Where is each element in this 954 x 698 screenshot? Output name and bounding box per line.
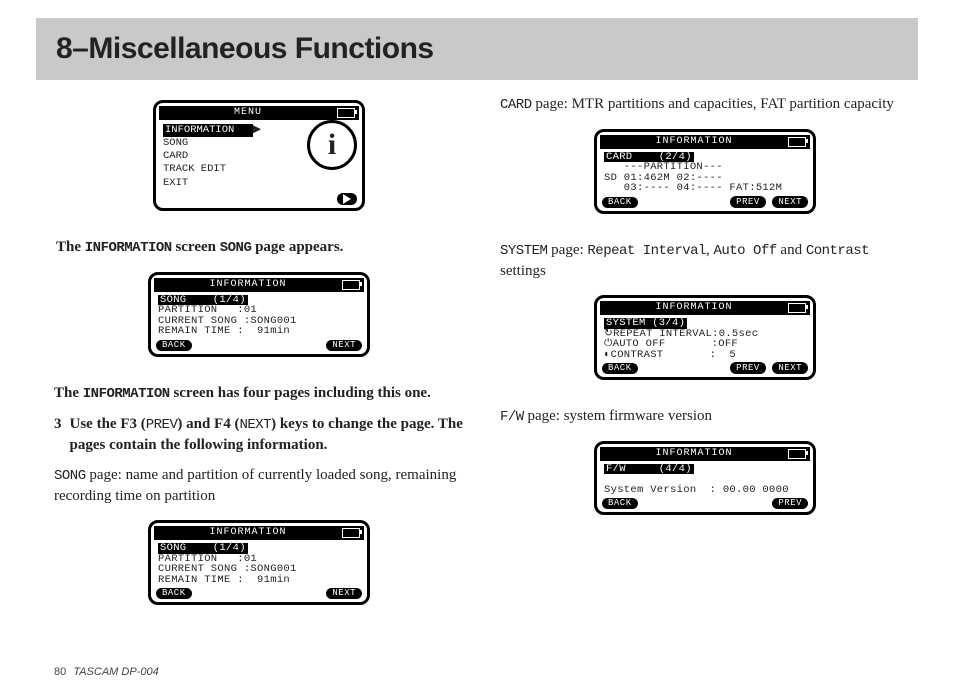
softkey-back: BACK xyxy=(156,588,192,599)
softkey-next: NEXT xyxy=(326,588,362,599)
battery-icon xyxy=(337,108,355,118)
header-title-wrap: 8–Miscellaneous Functions xyxy=(36,18,918,80)
lcd-song-screen-2: INFORMATION SONG (1/4) PARTITION :01 CUR… xyxy=(148,520,370,605)
left-column: MENU INFORMATION▶ SONG CARD TRACK EDIT E… xyxy=(54,94,464,621)
menu-item-information: INFORMATION xyxy=(163,124,253,137)
menu-item-track-edit: TRACK EDIT xyxy=(163,163,226,175)
step-3: 3 Use the F3 (PREV) and F4 (NEXT) keys t… xyxy=(54,414,464,455)
song-page-desc: SONG page: name and partition of current… xyxy=(54,465,464,506)
chapter-title: 8–Miscellaneous Functions xyxy=(56,32,434,66)
caption-2: The INFORMATION screen has four pages in… xyxy=(54,383,464,404)
chapter-header: 8–Miscellaneous Functions xyxy=(0,18,918,80)
softkey-next: NEXT xyxy=(772,196,808,208)
softkey-back: BACK xyxy=(602,498,638,509)
menu-item-card: CARD xyxy=(163,150,188,162)
right-column: CARD page: MTR partitions and capacities… xyxy=(500,94,910,621)
lcd-fw-screen: INFORMATION F/W (4/4) System Version : 0… xyxy=(594,441,816,516)
softkey-back: BACK xyxy=(156,340,192,351)
battery-icon xyxy=(788,449,806,459)
softkey-back: BACK xyxy=(602,363,638,374)
battery-icon xyxy=(342,528,360,538)
battery-icon xyxy=(788,303,806,313)
fw-page-desc: F/W page: system firmware version xyxy=(500,406,910,427)
page-footer: 80 TASCAM DP-004 xyxy=(54,666,159,678)
battery-icon xyxy=(342,280,360,290)
lcd-titlebar: MENU xyxy=(159,106,359,120)
softkey-back: BACK xyxy=(602,197,638,208)
lcd-song-screen-1: INFORMATION SONG (1/4) PARTITION :01 CUR… xyxy=(148,272,370,357)
softkey-prev: PREV xyxy=(772,498,808,509)
lcd-menu-screen: MENU INFORMATION▶ SONG CARD TRACK EDIT E… xyxy=(153,100,365,211)
card-page-desc: CARD page: MTR partitions and capacities… xyxy=(500,94,910,115)
softkey-prev: PREV xyxy=(730,362,766,374)
header-gutter xyxy=(0,18,36,80)
info-icon: i xyxy=(307,120,357,170)
system-page-desc: SYSTEM page: Repeat Interval, Auto Off a… xyxy=(500,240,910,281)
softkey-play xyxy=(337,193,357,205)
softkey-next: NEXT xyxy=(772,362,808,374)
menu-item-song: SONG xyxy=(163,137,188,149)
softkey-next: NEXT xyxy=(326,340,362,351)
caption-1: The INFORMATION screen SONG page appears… xyxy=(54,237,464,258)
lcd-card-screen: INFORMATION CARD (2/4) ---PARTITION--- S… xyxy=(594,129,816,214)
menu-item-exit: EXIT xyxy=(163,177,188,189)
battery-icon xyxy=(788,137,806,147)
softkey-prev: PREV xyxy=(730,196,766,208)
lcd-system-screen: INFORMATION SYSTEM (3/4) ↻REPEAT INTERVA… xyxy=(594,295,816,380)
